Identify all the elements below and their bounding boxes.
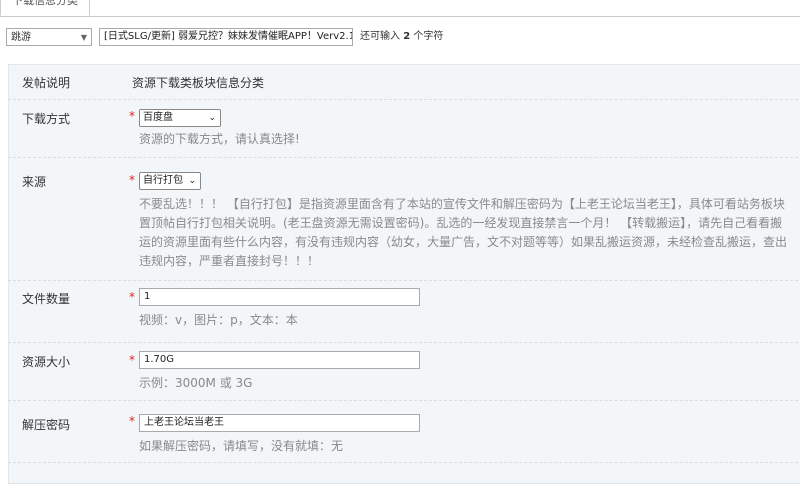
tab-download-info[interactable]: 下载信息分类	[0, 0, 90, 16]
chevron-down-icon: ⌄	[188, 176, 196, 186]
title-remaining-hint: 还可输入 2 个字符	[360, 28, 443, 46]
title-row: 跳游 ▼ [日式SLG/更新] 弱爱兄控？妹妹发情催眠APP！Verv2.1.2…	[0, 28, 800, 48]
file-count-hint: 视频：v，图片：p，文本：本	[139, 313, 298, 327]
form-row-unzip-password: 解压密码 * 上老王论坛当老王 如果解压密码，请填写，没有就填：无	[8, 400, 800, 463]
unzip-password-label: 解压密码	[22, 418, 71, 432]
required-marker: *	[129, 353, 135, 367]
download-method-hint: 资源的下载方式，请认真选择!	[139, 132, 300, 146]
chevron-down-icon: ⌄	[208, 113, 216, 123]
tab-strip: 下载信息分类	[0, 0, 800, 17]
source-desc-line: 置顶帖自行打包相关说明。(老王盘资源无需设置密码)。乱选的一经发现直接禁言一个月…	[139, 216, 783, 230]
source-value: 自行打包	[143, 175, 183, 186]
resource-size-label: 资源大小	[22, 355, 71, 369]
thread-type-select[interactable]: 跳游 ▼	[6, 28, 92, 46]
source-label: 来源	[22, 175, 47, 189]
file-count-input[interactable]: 1	[139, 288, 420, 306]
required-marker: *	[129, 173, 135, 187]
download-method-label: 下载方式	[22, 112, 71, 126]
file-count-label: 文件数量	[22, 292, 71, 306]
remaining-suffix: 个字符	[413, 31, 444, 42]
download-method-select[interactable]: 百度盘 ⌄	[139, 109, 221, 127]
form-row-file-count: 文件数量 * 1 视频：v，图片：p，文本：本	[8, 280, 800, 343]
resource-size-input[interactable]: 1.70G	[139, 351, 420, 369]
source-desc-line: 不要乱选！！！ 【自行打包】是指资源里面含有了本站的宣传文件和解压密码为【上老王…	[139, 197, 785, 211]
source-desc-line: 运的资源里面有些什么内容，有没有违规内容（幼女，大量广告，文不对题等等）如果乱搬…	[139, 235, 788, 249]
resource-size-hint: 示例：3000M 或 3G	[139, 376, 253, 390]
intro-label: 发帖说明	[22, 76, 71, 90]
unzip-password-hint: 如果解压密码，请填写，没有就填：无	[139, 439, 344, 453]
required-marker: *	[129, 414, 135, 428]
thread-type-value: 跳游	[11, 32, 31, 43]
required-marker: *	[129, 109, 135, 123]
form-row-resource-size: 资源大小 * 1.70G 示例：3000M 或 3G	[8, 342, 800, 401]
source-desc-line: 违规内容，严重者直接封号！！！	[139, 254, 320, 268]
required-marker: *	[129, 290, 135, 304]
form-row-source: 来源 * 自行打包 ⌄ 不要乱选！！！ 【自行打包】是指资源里面含有了本站的宣传…	[8, 157, 800, 281]
source-select[interactable]: 自行打包 ⌄	[139, 172, 201, 190]
unzip-password-input[interactable]: 上老王论坛当老王	[139, 414, 420, 432]
chevron-down-icon: ▼	[80, 33, 87, 42]
form-row-intro: 发帖说明 资源下载类板块信息分类	[8, 64, 800, 100]
remaining-prefix: 还可输入	[360, 31, 400, 42]
intro-value: 资源下载类板块信息分类	[132, 76, 265, 90]
form-row-download-method: 下载方式 * 百度盘 ⌄ 资源的下载方式，请认真选择!	[8, 99, 800, 158]
remaining-count: 2	[403, 31, 411, 42]
thread-title-input[interactable]: [日式SLG/更新] 弱爱兄控？妹妹发情催眠APP！Verv2.1.2	[99, 28, 353, 46]
download-method-value: 百度盘	[143, 112, 173, 123]
source-description: 不要乱选！！！ 【自行打包】是指资源里面含有了本站的宣传文件和解压密码为【上老王…	[139, 195, 800, 271]
